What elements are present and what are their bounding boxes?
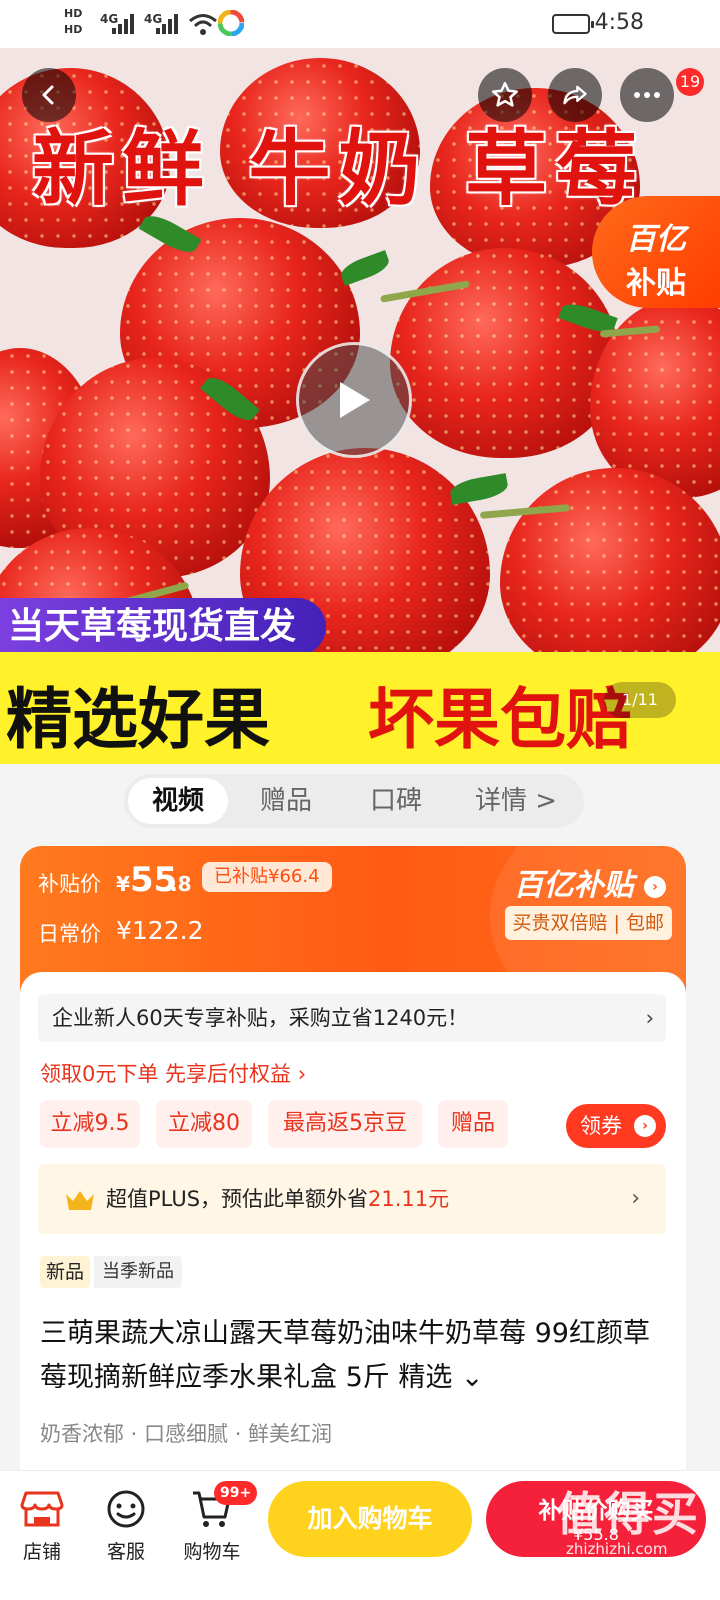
selling-points: 奶香浓郁 · 口感细腻 · 鲜美红润 [40, 1422, 333, 1446]
screen: HD HD 4G 4G 4:58 新鲜 牛奶 草莓 19 百亿 补贴 当天草莓现… [0, 0, 720, 1600]
play-icon [340, 382, 370, 418]
hero-banner-ship-today: 当天草莓现货直发 [0, 598, 327, 656]
subsidy-badge: 百亿 补贴 [592, 196, 720, 308]
cart-button[interactable]: 购物车 99+ [172, 1481, 258, 1564]
enterprise-notice[interactable]: 企业新人60天专享补贴，采购立省1240元！ › [38, 994, 666, 1042]
subsidy-price-decimal: .8 [170, 872, 192, 896]
new-product-tag: 新品 [40, 1256, 91, 1288]
hero-headline: 新鲜 牛奶 草莓 [32, 122, 646, 217]
daily-price-label: 日常价 [38, 922, 101, 946]
shop-button[interactable]: 店铺 [2, 1481, 82, 1564]
clock: 4:58 [594, 10, 644, 35]
share-button[interactable] [548, 68, 602, 122]
gift-chip[interactable]: 赠品 [438, 1100, 508, 1148]
product-title[interactable]: 三萌果蔬大凉山露天草莓奶油味牛奶草莓 99红颜草莓现摘新鲜应季水果礼盒 5斤 精… [40, 1312, 670, 1400]
more-icon [634, 92, 660, 98]
tab-video[interactable]: 视频 [128, 778, 228, 824]
plus-savings-banner[interactable]: 超值PLUS，预估此单额外省21.11元 › [38, 1164, 666, 1234]
hd-indicator: HD HD [64, 7, 83, 36]
subsidy-brand-link[interactable]: 百亿补贴 › [514, 860, 666, 904]
watermark-url: zhizhizhi.com [566, 1540, 668, 1558]
battery-icon [552, 14, 594, 34]
chevron-right-icon: › [645, 1006, 654, 1030]
currency-symbol: ¥ [116, 872, 130, 896]
jingdou-chip[interactable]: 最高返5京豆 [268, 1100, 422, 1148]
add-to-cart-button[interactable]: 加入购物车 [268, 1481, 472, 1557]
signal-icon [112, 12, 138, 34]
tab-details[interactable]: 详情 > [456, 778, 576, 824]
back-button[interactable] [22, 68, 76, 122]
pay-later-link[interactable]: 领取0元下单 先享后付权益 › [40, 1058, 306, 1088]
watermark-logo: 值得买 [556, 1487, 700, 1541]
favorite-button[interactable] [478, 68, 532, 122]
media-tabs: 视频 赠品 口碑 详情 > [124, 774, 584, 828]
cart-count-badge: 99+ [214, 1481, 258, 1505]
daily-price: ¥122.2 [116, 916, 204, 945]
chevron-right-icon: › [634, 1115, 656, 1137]
subsidy-price-label: 补贴价 [38, 872, 101, 896]
seasonal-tag: 当季新品 [94, 1256, 182, 1288]
app-notification-icon [218, 10, 244, 36]
product-media-carousel[interactable]: 新鲜 牛奶 草莓 19 百亿 补贴 当天草莓现货直发 精选好果 坏果包赔 1/1… [0, 48, 720, 764]
shop-icon [20, 1491, 64, 1527]
signal-icon [156, 12, 182, 34]
carousel-page-indicator: 1/11 [604, 682, 676, 718]
share-icon [563, 85, 587, 105]
double-refund-guarantee: 买贵双倍赔 | 包邮 [504, 906, 672, 940]
discount-chip[interactable]: 立减80 [156, 1100, 252, 1148]
tab-reviews[interactable]: 口碑 [346, 778, 446, 824]
tab-gift[interactable]: 赠品 [236, 778, 336, 824]
service-icon [107, 1490, 145, 1528]
get-coupon-button[interactable]: 领券 › [566, 1104, 666, 1148]
customer-service-button[interactable]: 客服 [86, 1481, 166, 1564]
already-subsidized-tag: 已补贴¥66.4 [202, 862, 332, 892]
chevron-right-icon: › [644, 875, 666, 898]
play-video-button[interactable] [296, 342, 412, 458]
chevron-right-icon: › [631, 1186, 640, 1211]
crown-icon [66, 1191, 94, 1210]
more-button[interactable] [620, 68, 674, 122]
message-count-badge: 19 [676, 68, 704, 96]
wifi-icon [189, 14, 217, 35]
discount-chip[interactable]: 立减9.5 [40, 1100, 140, 1148]
star-icon [492, 81, 518, 107]
back-icon [42, 85, 54, 105]
status-bar: HD HD 4G 4G 4:58 [0, 0, 720, 48]
